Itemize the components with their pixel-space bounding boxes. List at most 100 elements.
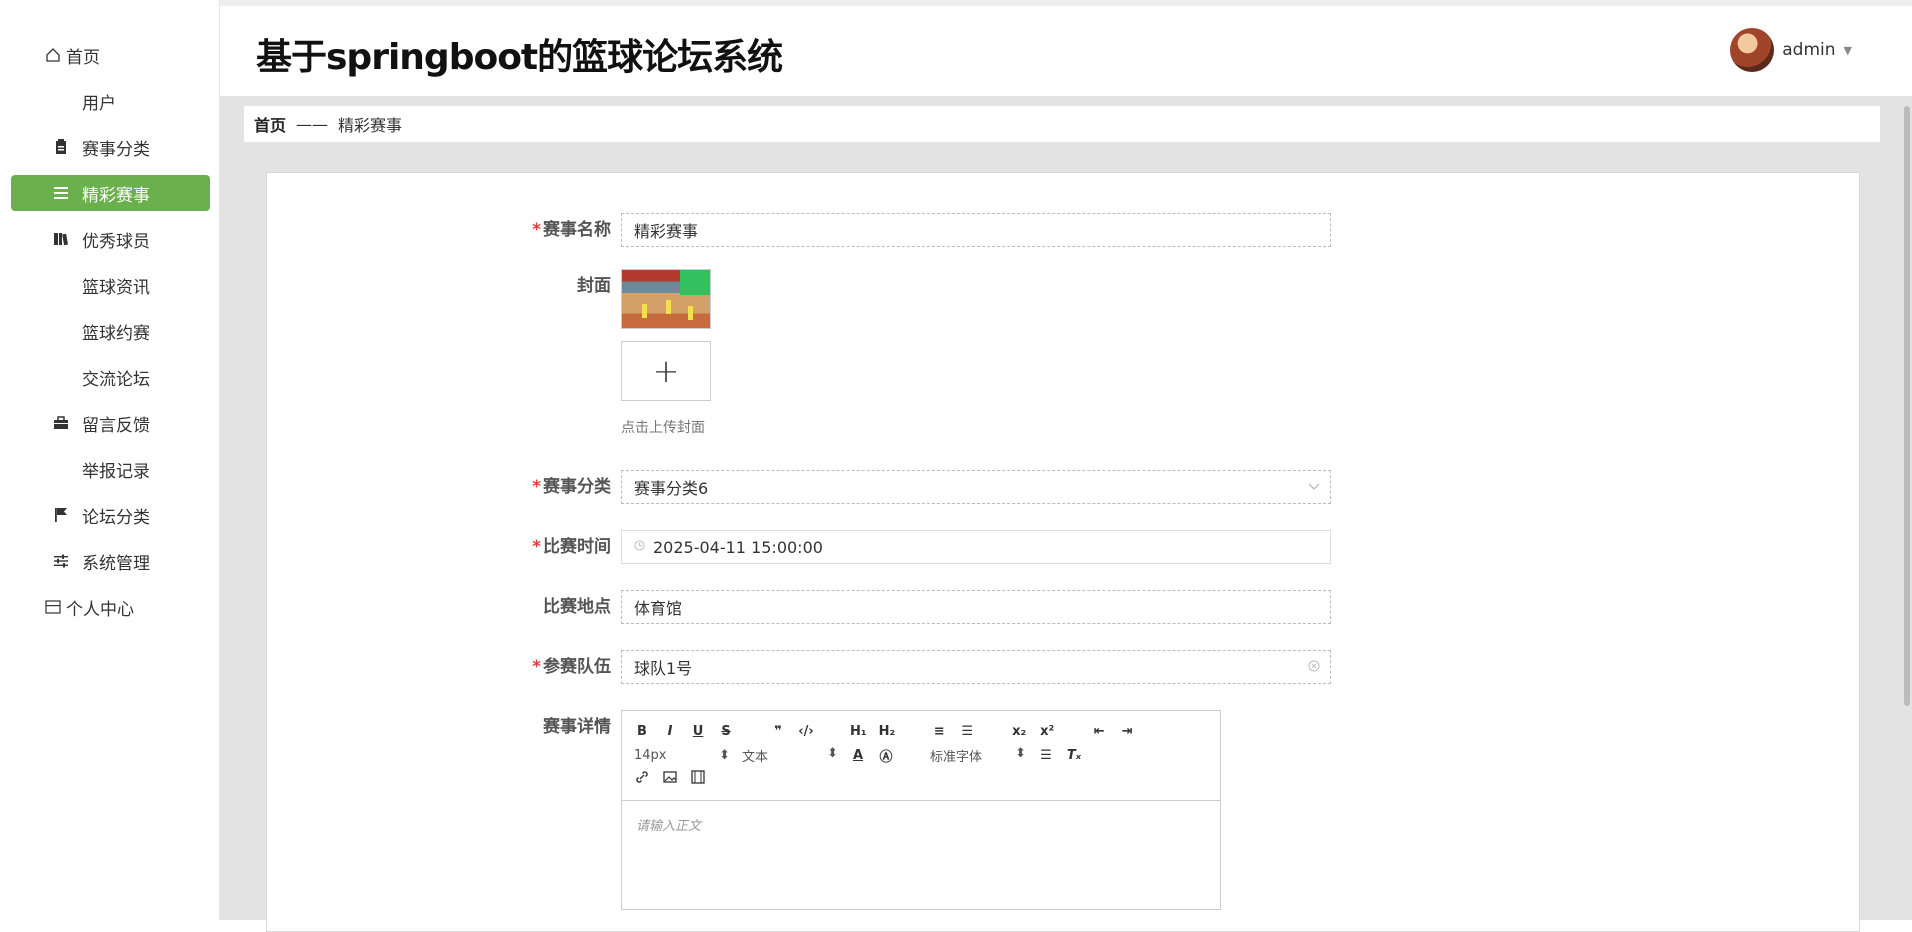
field-label: * 赛事分类	[532, 477, 611, 497]
sidebar-item-label: 个人中心	[66, 599, 134, 620]
bullet-list-button[interactable]: ☰	[959, 724, 975, 739]
subscript-button[interactable]: x₂	[1011, 724, 1027, 739]
blockquote-button[interactable]: ❞	[770, 724, 786, 739]
text-type-select[interactable]: 文本 ⬍	[742, 746, 838, 765]
field-label: * 赛事名称	[532, 220, 611, 240]
briefcase-icon	[52, 414, 70, 432]
team-input[interactable]: 球队1号	[621, 650, 1331, 684]
username[interactable]: admin	[1782, 40, 1835, 60]
image-icon[interactable]	[662, 771, 678, 787]
clipboard-icon	[52, 138, 70, 156]
sidebar-item-home[interactable]: 首页	[0, 32, 219, 78]
heading2-button[interactable]: H₂	[879, 724, 896, 739]
location-input[interactable]: 体育馆	[621, 590, 1331, 624]
sidebar-item-label: 论坛分类	[82, 507, 150, 528]
sidebar-item-events[interactable]: 精彩赛事	[11, 175, 210, 211]
sidebar-item-matchmaking[interactable]: 篮球约赛	[0, 308, 219, 354]
form-row-name: * 赛事名称 精彩赛事	[267, 213, 1331, 247]
indent-button[interactable]: ⇥	[1119, 724, 1135, 739]
font-color-button[interactable]: A	[850, 748, 866, 763]
field-label: 比赛地点	[543, 597, 611, 617]
breadcrumb-current: 精彩赛事	[338, 116, 403, 135]
font-family-select[interactable]: 标准字体 ⬍	[930, 746, 1026, 765]
match-time-picker[interactable]: 2025-04-11 15:00:00	[621, 530, 1331, 564]
form-row-team: * 参赛队伍 球队1号	[267, 650, 1331, 684]
ordered-list-button[interactable]: ≡	[931, 724, 947, 739]
background-color-button[interactable]: Ⓐ	[878, 746, 894, 765]
field-label: 封面	[577, 276, 611, 296]
cover-thumbnail[interactable]	[621, 269, 711, 329]
italic-button[interactable]: I	[662, 724, 678, 739]
link-icon[interactable]	[634, 770, 650, 788]
sidebar-item-forum[interactable]: 交流论坛	[0, 354, 219, 400]
font-size-select[interactable]: 14px ⬍	[634, 748, 730, 763]
sidebar-item-personal[interactable]: 个人中心	[0, 584, 219, 630]
sidebar-item-label: 精彩赛事	[82, 185, 150, 206]
sidebar-item-label: 留言反馈	[82, 415, 150, 436]
clear-format-button[interactable]: Tₓ	[1066, 748, 1082, 763]
book-icon	[52, 230, 70, 248]
sidebar-item-label: 优秀球员	[82, 231, 150, 252]
sidebar-item-forum-category[interactable]: 论坛分类	[0, 492, 219, 538]
sidebar-item-label: 举报记录	[82, 461, 150, 482]
caret-down-icon[interactable]: ▼	[1844, 44, 1852, 57]
sidebar-item-users[interactable]: 用户	[0, 78, 219, 124]
top-header: 基于springboot的篮球论坛系统 admin ▼	[220, 0, 1912, 96]
sidebar-item-label: 用户	[82, 93, 116, 114]
sidebar-item-feedback[interactable]: 留言反馈	[0, 400, 219, 446]
strike-button[interactable]: S	[718, 724, 734, 739]
clock-icon	[634, 540, 645, 554]
sidebar-item-label: 篮球资讯	[82, 277, 150, 298]
breadcrumb-home[interactable]: 首页	[254, 112, 286, 136]
grid-icon	[52, 322, 70, 340]
video-icon[interactable]	[690, 770, 706, 788]
user-menu[interactable]: admin ▼	[1730, 28, 1852, 72]
upload-hint: 点击上传封面	[621, 420, 705, 436]
editor-toolbar: B I U S ❞ ‹/› H₁ H₂ ≡ ☰ x₂ x² ⇤ ⇥ 14px ⬍…	[622, 711, 1220, 801]
clear-icon[interactable]	[1308, 660, 1320, 675]
form-row-category: * 赛事分类 赛事分类6	[267, 470, 1331, 504]
sidebar-item-label: 篮球约赛	[82, 323, 150, 344]
form-card: * 赛事名称 精彩赛事 封面 + 点击上传封面 * 赛事分类 赛事分类6 * 比…	[266, 172, 1860, 932]
form-row-location: 比赛地点 体育馆	[267, 590, 1331, 624]
breadcrumb: 首页 —— 精彩赛事	[244, 106, 1880, 142]
sidebar-item-players[interactable]: 优秀球员	[0, 216, 219, 262]
sidebar-item-reports[interactable]: 举报记录	[0, 446, 219, 492]
page-scrollbar[interactable]	[1904, 106, 1910, 706]
home-icon	[44, 46, 62, 64]
profile-card-icon	[44, 598, 62, 616]
editor-content[interactable]: 请输入正文	[622, 801, 1220, 848]
align-button[interactable]: ☰	[1038, 748, 1054, 763]
field-label: 赛事详情	[543, 717, 611, 737]
grid-icon	[52, 460, 70, 478]
sidebar-item-news[interactable]: 篮球资讯	[0, 262, 219, 308]
field-label: * 参赛队伍	[532, 657, 611, 677]
upload-button[interactable]: +	[621, 341, 711, 401]
sidebar-item-event-category[interactable]: 赛事分类	[0, 124, 219, 170]
form-row-time: * 比赛时间 2025-04-11 15:00:00	[267, 530, 1331, 564]
app-title: 基于springboot的篮球论坛系统	[256, 37, 783, 78]
underline-button[interactable]: U	[690, 724, 706, 739]
code-block-button[interactable]: ‹/›	[798, 724, 814, 739]
flag-icon	[52, 506, 70, 524]
sidebar-nav: 首页 用户 赛事分类 精彩赛事 优秀球员 篮球资讯 篮球约赛 交流论坛 留言反馈…	[0, 0, 219, 630]
grid-icon	[52, 92, 70, 110]
form-row-detail: 赛事详情 B I U S ❞ ‹/› H₁ H₂ ≡ ☰ x₂ x² ⇤ ⇥ 1…	[267, 710, 1221, 910]
outdent-button[interactable]: ⇤	[1091, 724, 1107, 739]
sidebar-item-system[interactable]: 系统管理	[0, 538, 219, 584]
breadcrumb-separator: ——	[296, 114, 329, 134]
grid-icon	[52, 276, 70, 294]
sidebar: 首页 用户 赛事分类 精彩赛事 优秀球员 篮球资讯 篮球约赛 交流论坛 留言反馈…	[0, 0, 220, 920]
avatar[interactable]	[1730, 28, 1775, 72]
sidebar-item-label: 系统管理	[82, 553, 150, 574]
field-label: * 比赛时间	[532, 537, 611, 557]
list-icon	[52, 184, 70, 202]
superscript-button[interactable]: x²	[1039, 724, 1055, 739]
sliders-icon	[52, 552, 70, 570]
sidebar-item-label: 交流论坛	[82, 369, 150, 390]
chevron-down-icon	[1308, 480, 1320, 494]
event-name-input[interactable]: 精彩赛事	[621, 213, 1331, 247]
bold-button[interactable]: B	[634, 724, 650, 739]
category-select[interactable]: 赛事分类6	[621, 470, 1331, 504]
heading1-button[interactable]: H₁	[850, 724, 867, 739]
